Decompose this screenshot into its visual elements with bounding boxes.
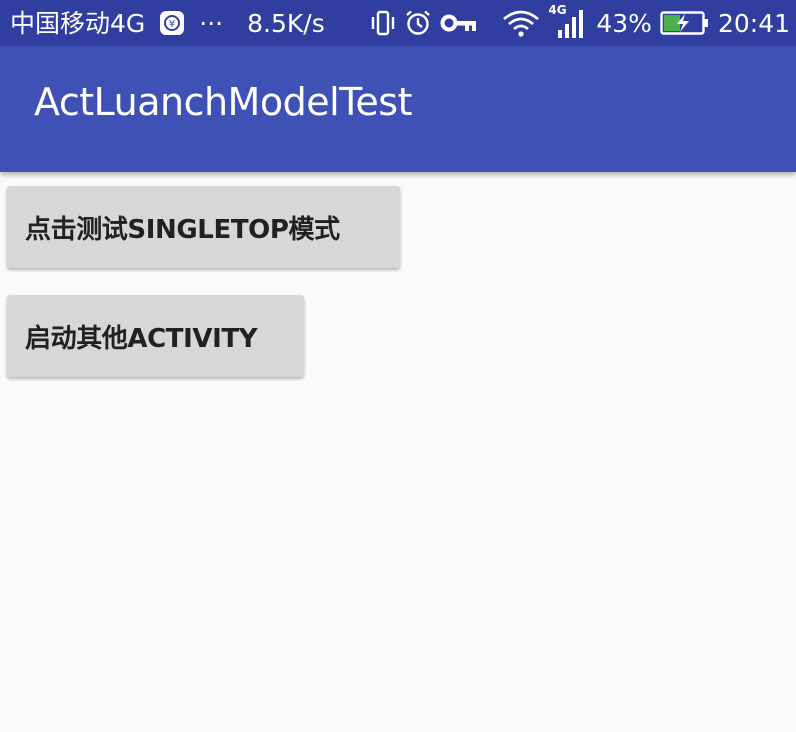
carrier-label: 中国移动4G — [10, 8, 146, 38]
app-bar: ActLuanchModelTest — [0, 46, 796, 172]
signal-type-label: 4G — [548, 3, 567, 17]
battery-charging-icon — [660, 10, 710, 36]
battery-percent: 43% — [596, 8, 652, 38]
test-singletop-button[interactable]: 点击测试SINGLETOP模式 — [7, 186, 400, 268]
key-icon — [440, 11, 478, 35]
clock: 20:41 — [717, 8, 790, 38]
status-bar-left: 中国移动4G ¥ ··· 8.5K/s — [10, 10, 325, 36]
more-notifications-icon: ··· — [199, 8, 224, 38]
vibrate-icon — [370, 9, 396, 37]
wifi-icon — [502, 8, 540, 38]
app-title: ActLuanchModelTest — [34, 80, 412, 124]
vpn-shield-icon: ¥ — [159, 10, 185, 36]
signal-icon: 4G — [548, 3, 588, 40]
alarm-icon — [404, 9, 432, 37]
svg-text:¥: ¥ — [169, 19, 175, 30]
status-bar: 中国移动4G ¥ ··· 8.5K/s 4G 43% 20:41 — [0, 0, 796, 46]
launch-other-activity-button[interactable]: 启动其他ACTIVITY — [7, 295, 304, 377]
status-bar-right: 4G 43% 20:41 — [370, 3, 790, 40]
network-speed: 8.5K/s — [247, 8, 325, 38]
